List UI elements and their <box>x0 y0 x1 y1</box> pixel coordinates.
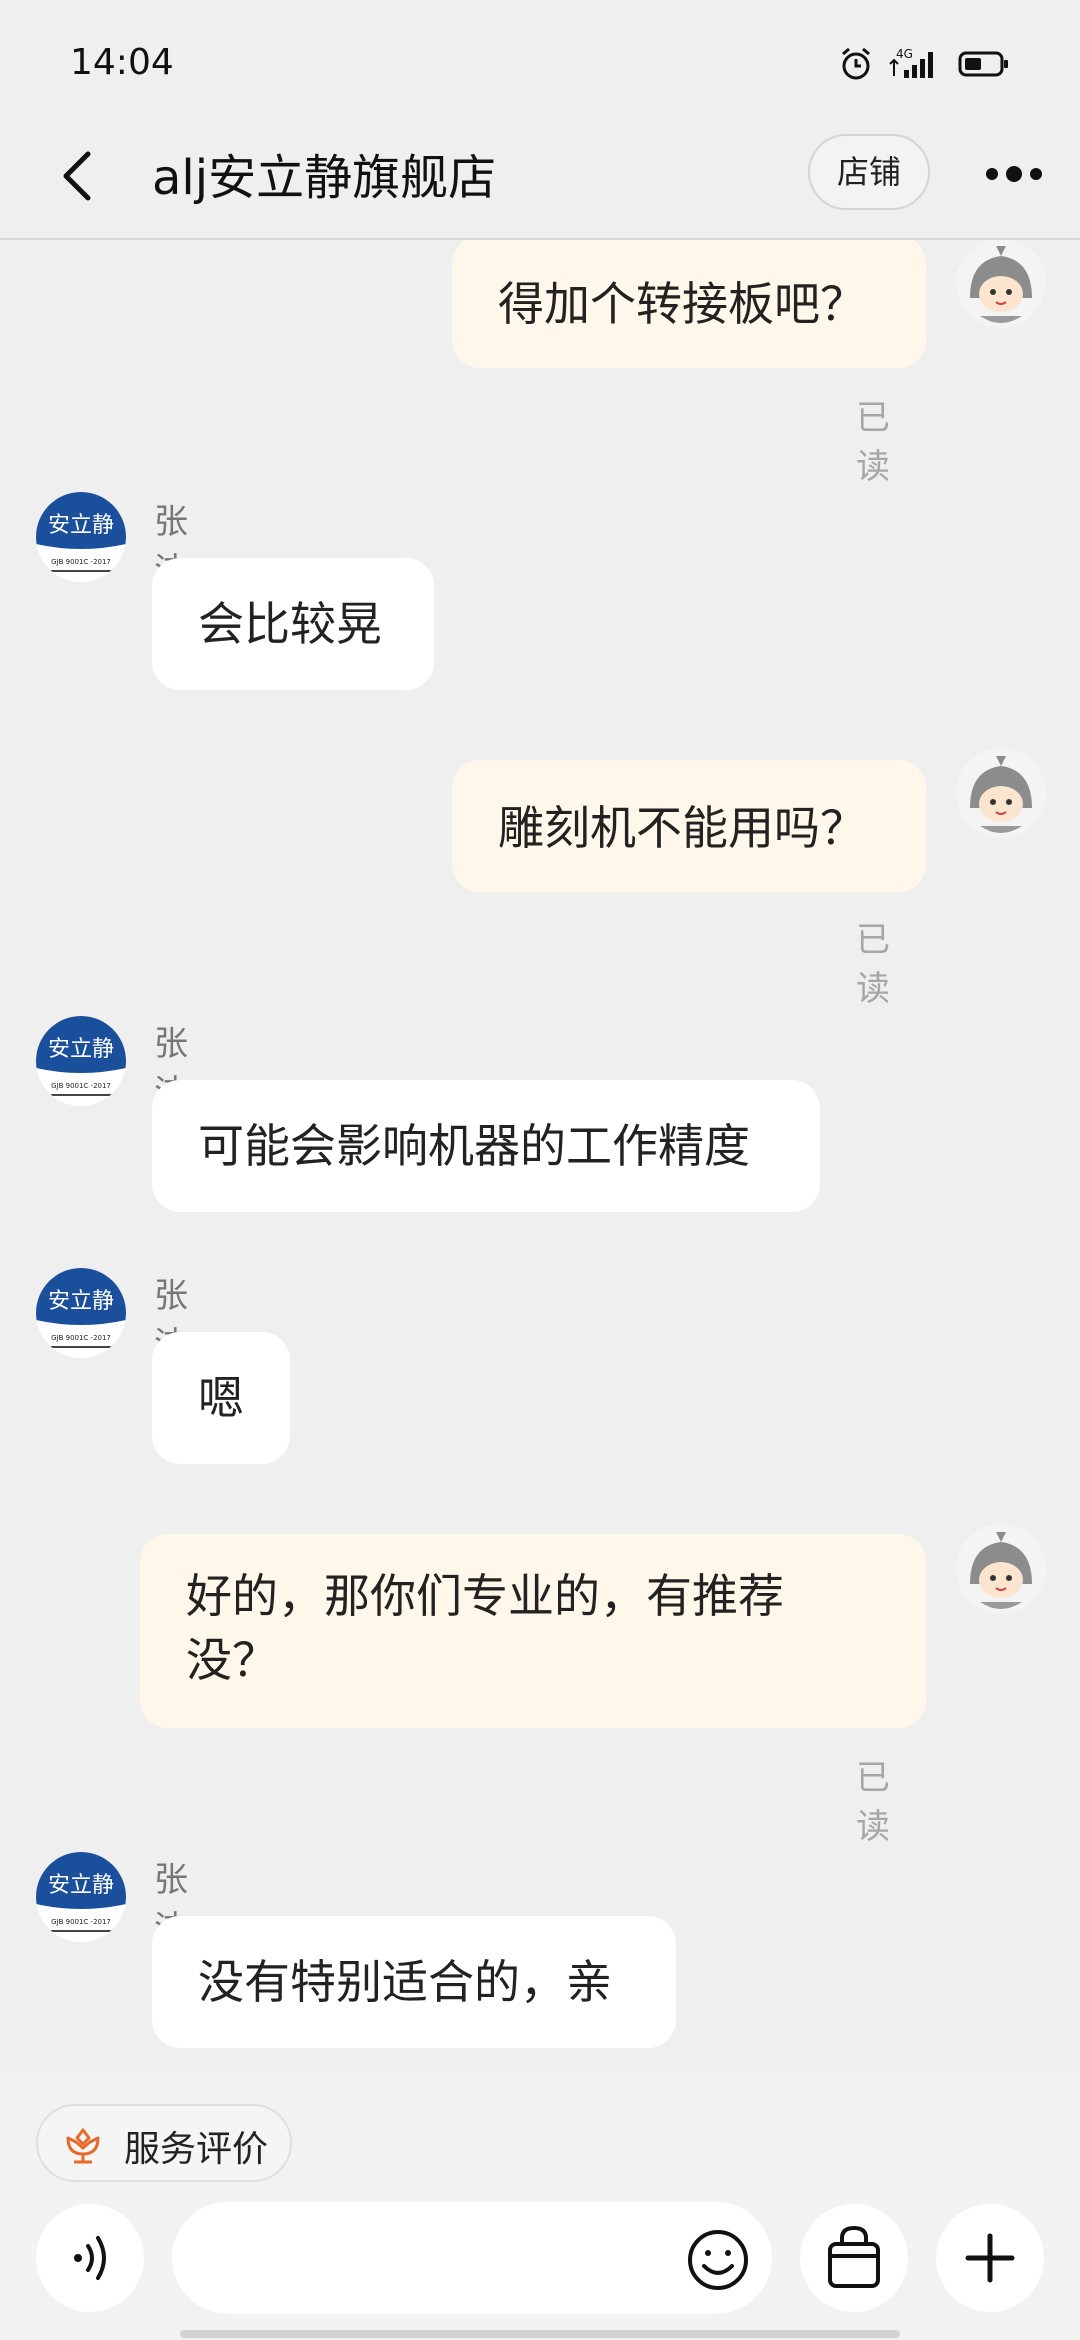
product-bag-button[interactable] <box>800 2204 908 2312</box>
message-bubble[interactable]: 可能会影响机器的工作精度 <box>152 1080 820 1212</box>
store-logo-icon: 安立静 GJB 9001C -2017 <box>36 492 126 582</box>
read-receipt: 已读 <box>856 398 890 487</box>
plus-icon <box>965 2233 1015 2283</box>
user-avatar[interactable] <box>956 748 1046 838</box>
store-avatar[interactable]: 安立静 GJB 9001C -2017 <box>36 492 126 582</box>
message-line: 没？ <box>186 1633 278 1687</box>
store-avatar[interactable]: 安立静 GJB 9001C -2017 <box>36 1268 126 1358</box>
store-avatar[interactable]: 安立静 GJB 9001C -2017 <box>36 1016 126 1106</box>
store-logo-icon: 安立静 GJB 9001C -2017 <box>36 1268 126 1358</box>
nav-bar: alj安立静旗舰店 店铺 <box>0 120 1080 240</box>
svg-text:GJB 9001C -2017: GJB 9001C -2017 <box>51 1082 111 1090</box>
emoji-icon[interactable] <box>686 2228 750 2292</box>
message-bubble[interactable]: 雕刻机不能用吗？ <box>452 760 926 892</box>
network-label: 4G <box>896 47 913 61</box>
message-bubble[interactable]: 得加个转接板吧？ <box>452 240 926 368</box>
shop-button[interactable]: 店铺 <box>808 134 930 210</box>
read-receipt: 已读 <box>856 920 890 1009</box>
more-options-icon[interactable] <box>982 154 1046 194</box>
shopping-bag-icon <box>828 2225 880 2288</box>
service-rating-label: 服务评价 <box>124 2129 269 2170</box>
svg-text:GJB 9001C -2017: GJB 9001C -2017 <box>51 1918 111 1926</box>
user-avatar[interactable] <box>956 240 1046 328</box>
more-actions-button[interactable] <box>936 2204 1044 2312</box>
voice-icon <box>74 2236 106 2280</box>
voice-button[interactable] <box>36 2204 144 2312</box>
user-avatar-image <box>956 748 1046 838</box>
svg-text:安立静: 安立静 <box>48 1037 114 1062</box>
alarm-icon <box>842 47 870 80</box>
message-bubble[interactable]: 没有特别适合的，亲 <box>152 1916 676 2048</box>
flower-icon <box>66 2128 100 2164</box>
message-bubble[interactable]: 好的，那你们专业的，有推荐 没？ <box>140 1534 926 1728</box>
message-input[interactable] <box>172 2202 772 2314</box>
store-logo-icon: 安立静 GJB 9001C -2017 <box>36 1852 126 1942</box>
svg-text:GJB 9001C -2017: GJB 9001C -2017 <box>51 1334 111 1342</box>
signal-icon: 4G <box>889 47 933 78</box>
user-avatar[interactable] <box>956 1524 1046 1614</box>
status-bar: 14:04 4G <box>0 0 1080 120</box>
service-rating-button[interactable]: 服务评价 <box>36 2104 292 2182</box>
message-line: 好的，那你们专业的，有推荐 <box>186 1569 784 1623</box>
store-avatar[interactable]: 安立静 GJB 9001C -2017 <box>36 1852 126 1942</box>
svg-text:GJB 9001C -2017: GJB 9001C -2017 <box>51 558 111 566</box>
message-bubble[interactable]: 嗯 <box>152 1332 290 1464</box>
bottom-input-area: 服务评价 <box>0 2072 1080 2340</box>
user-avatar-image <box>956 240 1046 328</box>
read-receipt: 已读 <box>856 1758 890 1847</box>
page-title: alj安立静旗舰店 <box>152 150 497 206</box>
svg-text:安立静: 安立静 <box>48 1873 114 1898</box>
user-avatar-image <box>956 1524 1046 1614</box>
svg-text:安立静: 安立静 <box>48 1289 114 1314</box>
home-indicator[interactable] <box>180 2330 900 2338</box>
store-logo-icon: 安立静 GJB 9001C -2017 <box>36 1016 126 1106</box>
status-time: 14:04 <box>70 42 174 83</box>
back-arrow-icon[interactable] <box>48 144 112 208</box>
svg-text:安立静: 安立静 <box>48 513 114 538</box>
message-bubble[interactable]: 会比较晃 <box>152 558 434 690</box>
battery-icon <box>958 51 1008 77</box>
status-icons: 4G <box>838 46 1010 82</box>
chat-message-list[interactable]: 得加个转接板吧？ 已读 安立静 GJB 9001C -2017 张 会比较晃 雕… <box>0 240 1080 2072</box>
